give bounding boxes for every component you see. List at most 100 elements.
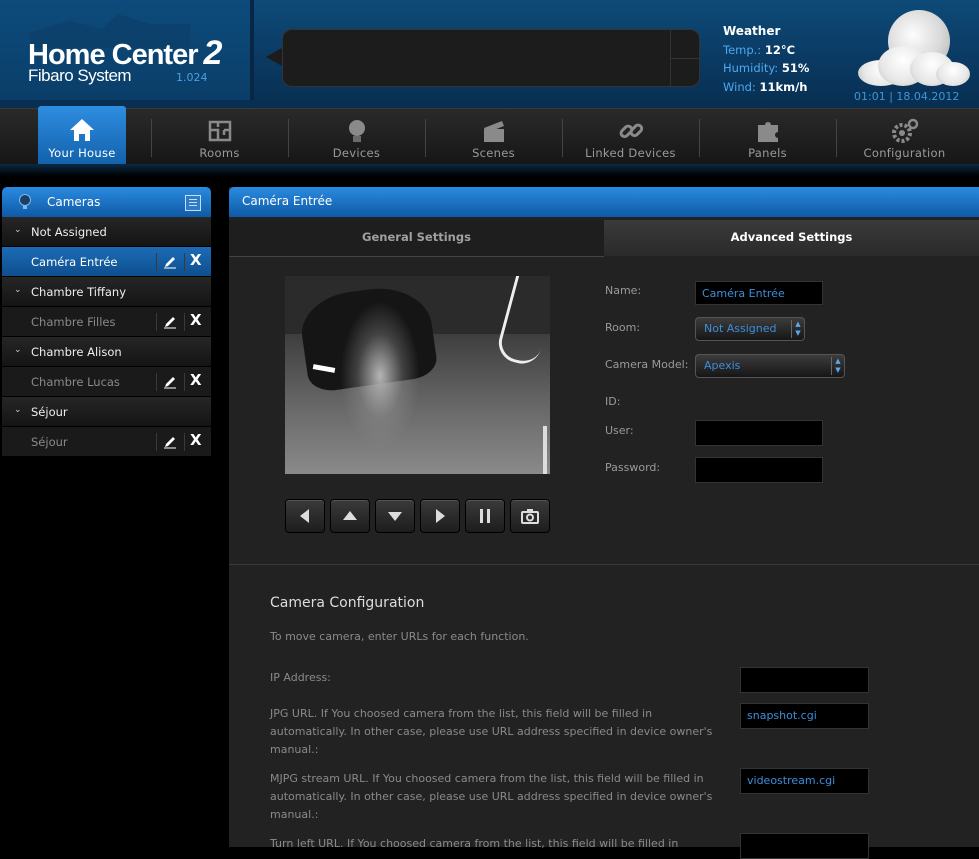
- top-header: Home Center 2 Fibaro System 1.024 Weather…: [0, 0, 979, 108]
- camera-item-label: Chambre Lucas: [31, 375, 120, 389]
- nav-your-house[interactable]: Your House: [38, 106, 126, 166]
- section-divider: [229, 564, 979, 565]
- brand-number: 2: [203, 34, 223, 72]
- group-chambre-alison[interactable]: ⌄ Chambre Alison: [2, 337, 211, 367]
- gears-icon: [891, 118, 918, 143]
- camera-item-chambre-lucas[interactable]: Chambre Lucas X: [2, 367, 211, 397]
- pan-right-button[interactable]: [420, 499, 460, 533]
- nav-linked-devices[interactable]: Linked Devices: [562, 109, 699, 165]
- password-label: Password:: [605, 461, 661, 474]
- ip-address-label: IP Address:: [270, 671, 331, 684]
- delete-icon[interactable]: X: [190, 311, 202, 329]
- pan-left-button[interactable]: [285, 499, 325, 533]
- select-arrows-icon: ▲ ▼: [831, 357, 844, 375]
- nav-configuration[interactable]: Configuration: [836, 109, 973, 165]
- nav-label: Configuration: [863, 146, 946, 160]
- house-icon: [70, 119, 94, 141]
- jpg-url-field[interactable]: snapshot.cgi: [740, 703, 869, 729]
- wind-value: 11km/h: [759, 79, 808, 94]
- tab-general-settings[interactable]: General Settings: [229, 220, 604, 257]
- list-view-icon[interactable]: [185, 195, 201, 211]
- jpg-url-label: JPG URL. If You choosed camera from the …: [270, 707, 713, 756]
- nav-label: Rooms: [199, 146, 240, 160]
- chevron-down-icon: ⌄: [14, 345, 22, 355]
- row-divider: [184, 253, 185, 271]
- bulb-icon: [348, 120, 365, 142]
- tab-advanced-settings[interactable]: Advanced Settings: [604, 220, 979, 256]
- room-select[interactable]: Not Assigned ▲ ▼: [695, 317, 805, 341]
- nav-label: Your House: [48, 146, 116, 160]
- panel-header: Caméra Entrée: [229, 187, 979, 217]
- turn-left-url-label: Turn left URL. If You choosed camera fro…: [270, 837, 679, 850]
- snapshot-button[interactable]: [510, 499, 550, 533]
- row-divider: [156, 433, 157, 451]
- camera-panel: Caméra Entrée General Settings Advanced …: [229, 187, 979, 859]
- group-not-assigned[interactable]: ⌄ Not Assigned: [2, 217, 211, 247]
- main-nav: Your House Rooms Devices Scenes Linked D…: [0, 106, 979, 166]
- rooms-icon: [208, 120, 231, 142]
- sidebar-title: Cameras: [47, 195, 101, 209]
- nav-scenes[interactable]: Scenes: [425, 109, 562, 165]
- room-label: Room:: [605, 321, 641, 334]
- nav-devices[interactable]: Devices: [288, 109, 425, 165]
- ip-address-field[interactable]: [740, 667, 869, 693]
- select-arrows-icon: ▲ ▼: [791, 320, 804, 338]
- row-divider: [184, 373, 185, 391]
- config-description: To move camera, enter URLs for each func…: [270, 630, 529, 643]
- nav-label: Panels: [748, 146, 787, 160]
- camera-item-chambre-filles[interactable]: Chambre Filles X: [2, 307, 211, 337]
- row-divider: [184, 433, 185, 451]
- clapperboard-icon: [483, 121, 504, 142]
- version-number: 1.024: [176, 71, 208, 84]
- message-pointer: [266, 48, 282, 66]
- puzzle-icon: [757, 122, 778, 142]
- row-divider: [156, 253, 157, 271]
- camera-model-value: Apexis: [704, 359, 741, 372]
- name-field[interactable]: Caméra Entrée: [695, 281, 823, 305]
- turn-left-url-field[interactable]: [740, 833, 869, 859]
- pencil-icon[interactable]: [162, 374, 178, 390]
- row-divider: [156, 373, 157, 391]
- group-label: Chambre Tiffany: [31, 285, 127, 299]
- tilt-up-button[interactable]: [330, 499, 370, 533]
- camera-item-sejour[interactable]: Séjour X: [2, 427, 211, 457]
- pause-button[interactable]: [465, 499, 505, 533]
- password-field[interactable]: [695, 457, 823, 483]
- delete-icon[interactable]: X: [190, 431, 202, 449]
- group-chambre-tiffany[interactable]: ⌄ Chambre Tiffany: [2, 277, 211, 307]
- camera-model-select[interactable]: Apexis ▲ ▼: [695, 354, 845, 378]
- id-label: ID:: [605, 395, 621, 408]
- name-label: Name:: [605, 284, 642, 297]
- row-divider: [156, 313, 157, 331]
- camera-model-label: Camera Model:: [605, 358, 689, 371]
- nav-label: Devices: [332, 146, 381, 160]
- cloud-icon: [858, 42, 970, 86]
- pencil-icon[interactable]: [162, 434, 178, 450]
- chevron-down-icon: ⌄: [14, 225, 22, 235]
- temp-label: Temp.:: [723, 42, 762, 57]
- room-select-value: Not Assigned: [704, 322, 777, 335]
- group-label: Not Assigned: [31, 225, 107, 239]
- header-divider: [250, 0, 254, 100]
- nav-panels[interactable]: Panels: [699, 109, 836, 165]
- pencil-icon[interactable]: [162, 254, 178, 270]
- delete-icon[interactable]: X: [190, 371, 202, 389]
- link-icon: [619, 123, 643, 139]
- chevron-down-icon: ⌄: [14, 285, 22, 295]
- nav-rooms[interactable]: Rooms: [151, 109, 288, 165]
- arrow-left-icon: [300, 509, 309, 523]
- nav-label: Linked Devices: [585, 146, 676, 160]
- message-scrollbar[interactable]: [670, 30, 699, 86]
- user-field[interactable]: [695, 420, 823, 446]
- mjpg-url-field[interactable]: videostream.cgi: [740, 768, 869, 794]
- bulb-icon: [19, 194, 31, 209]
- delete-icon[interactable]: X: [190, 251, 202, 269]
- wind-label: Wind:: [723, 79, 756, 94]
- tilt-down-button[interactable]: [375, 499, 415, 533]
- group-sejour[interactable]: ⌄ Séjour: [2, 397, 211, 427]
- pencil-icon[interactable]: [162, 314, 178, 330]
- arrow-right-icon: [436, 509, 445, 523]
- arrow-down-icon: [388, 512, 402, 521]
- camera-item-label: Chambre Filles: [31, 315, 116, 329]
- camera-item-camera-entree[interactable]: Caméra Entrée X: [2, 247, 211, 277]
